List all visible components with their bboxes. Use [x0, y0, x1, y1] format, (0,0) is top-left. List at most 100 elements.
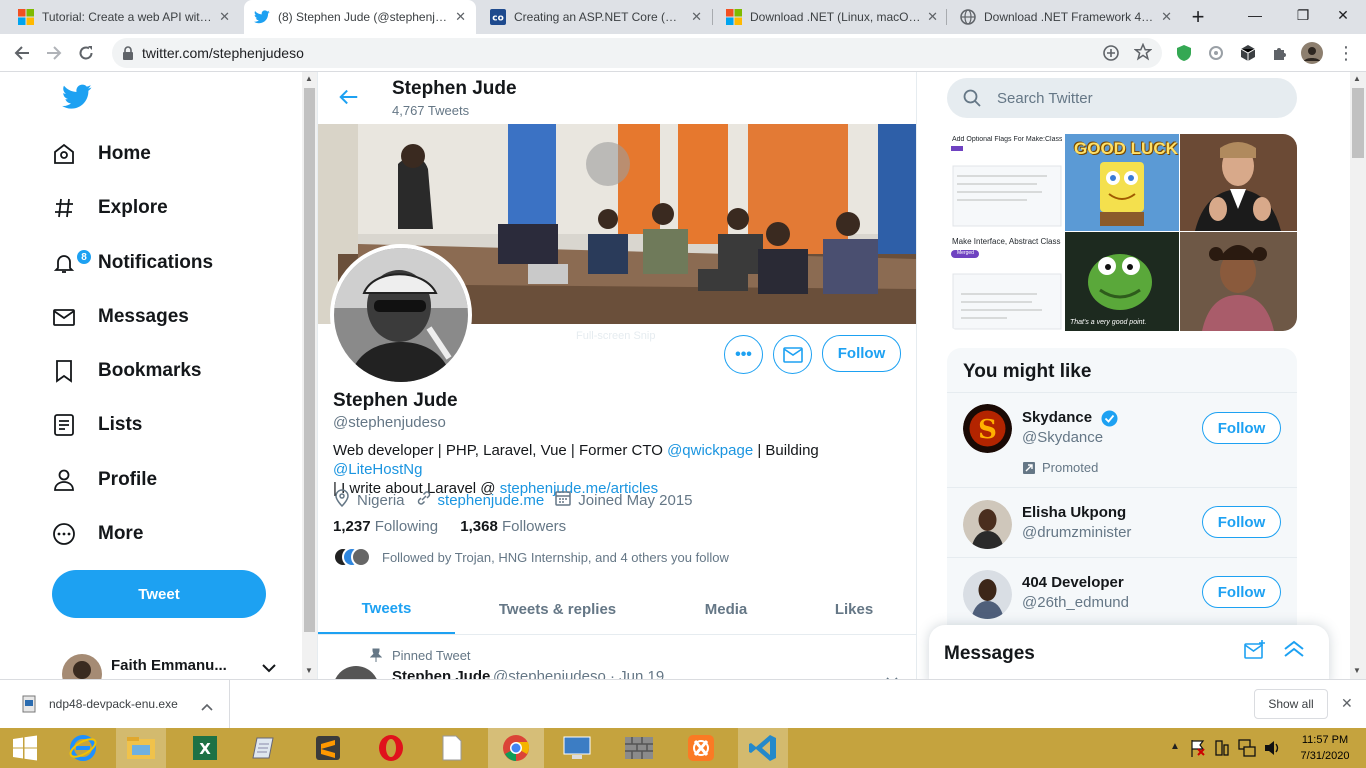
- followers-link[interactable]: 1,368 Followers: [460, 518, 566, 535]
- xampp-icon[interactable]: [676, 728, 726, 768]
- suggested-name[interactable]: Elisha Ukpong: [1022, 504, 1126, 521]
- expand-up-icon[interactable]: [1283, 640, 1305, 663]
- new-tab-button[interactable]: +: [1186, 6, 1210, 28]
- messages-drawer[interactable]: Messages: [929, 625, 1329, 679]
- page-scrollbar-track[interactable]: ▲ ▼: [1350, 72, 1366, 679]
- tweet-button[interactable]: Tweet: [52, 570, 266, 618]
- message-button[interactable]: [773, 335, 812, 374]
- suggested-account-row[interactable]: S Skydance @Skydance Follow Promoted: [947, 392, 1297, 487]
- suggested-account-row[interactable]: Elisha Ukpong @drumzminister Follow: [947, 487, 1297, 557]
- close-tab-icon[interactable]: ✕: [219, 9, 230, 25]
- extension-target-icon[interactable]: [1204, 41, 1228, 65]
- close-tab-icon[interactable]: ✕: [691, 9, 702, 25]
- scroll-up-arrow-icon[interactable]: ▲: [305, 74, 313, 83]
- following-link[interactable]: 1,237 Following: [333, 518, 438, 535]
- add-site-icon[interactable]: [1102, 44, 1120, 65]
- close-tab-icon[interactable]: ✕: [927, 9, 938, 25]
- tab-tweets[interactable]: Tweets: [318, 584, 455, 634]
- follow-button[interactable]: Follow: [1202, 412, 1281, 444]
- suggested-name[interactable]: 404 Developer: [1022, 574, 1124, 591]
- browser-tab[interactable]: Download .NET Framework 4.8 | ✕: [950, 0, 1182, 34]
- skydance-avatar[interactable]: S: [963, 404, 1012, 453]
- browser-tab-active[interactable]: (8) Stephen Jude (@stephenjude ✕: [244, 0, 476, 34]
- followed-by-row[interactable]: Followed by Trojan, HNG Internship, and …: [333, 546, 729, 568]
- opera-icon[interactable]: [366, 728, 416, 768]
- media-leonardo-clapping[interactable]: [1180, 134, 1297, 231]
- media-girl-meme[interactable]: [1180, 232, 1297, 331]
- scroll-up-arrow-icon[interactable]: ▲: [1353, 74, 1361, 83]
- address-bar[interactable]: twitter.com/stephenjudeso: [112, 38, 1162, 68]
- browser-tab[interactable]: Download .NET (Linux, macOS, a ✕: [716, 0, 948, 34]
- minimize-button[interactable]: —: [1232, 0, 1278, 30]
- notepad-icon[interactable]: [240, 728, 290, 768]
- download-item[interactable]: ndp48-devpack-enu.exe: [0, 680, 230, 728]
- tab-tweets-replies[interactable]: Tweets & replies: [455, 584, 660, 634]
- network-icon[interactable]: [1238, 739, 1256, 762]
- chevron-down-icon[interactable]: [886, 672, 898, 679]
- more-options-button[interactable]: •••: [724, 335, 763, 374]
- forward-arrow-icon[interactable]: [42, 41, 66, 65]
- browser-tab[interactable]: co Creating an ASP.NET Core (REST ✕: [480, 0, 712, 34]
- extensions-puzzle-icon[interactable]: [1268, 41, 1292, 65]
- back-arrow-icon[interactable]: [10, 41, 34, 65]
- close-tab-icon[interactable]: ✕: [1161, 9, 1172, 25]
- show-all-downloads-button[interactable]: Show all: [1254, 689, 1328, 719]
- chevron-up-icon[interactable]: [201, 698, 213, 716]
- bio-link-litehostng[interactable]: @LiteHostNg: [333, 461, 422, 478]
- windows-start-icon[interactable]: [0, 728, 50, 768]
- tab-media[interactable]: Media: [660, 584, 792, 634]
- file-explorer-icon[interactable]: [116, 728, 166, 768]
- system-clock[interactable]: 11:57 PM 7/31/2020: [1290, 732, 1360, 764]
- blank-document-icon[interactable]: [427, 728, 477, 768]
- firewall-icon[interactable]: [614, 728, 664, 768]
- nav-messages[interactable]: Messages: [52, 295, 189, 339]
- account-switcher[interactable]: Faith Emmanu...: [52, 646, 292, 679]
- nav-profile[interactable]: Profile: [52, 458, 157, 502]
- suggested-name[interactable]: Skydance: [1022, 409, 1092, 426]
- new-message-icon[interactable]: [1244, 640, 1266, 665]
- scroll-down-arrow-icon[interactable]: ▼: [1353, 666, 1361, 675]
- device-icon[interactable]: [1214, 740, 1230, 761]
- chrome-icon[interactable]: [488, 728, 544, 768]
- follow-button[interactable]: Follow: [1202, 506, 1281, 538]
- pinned-tweet[interactable]: Pinned Tweet Stephen Jude @stephenjudeso…: [318, 636, 916, 679]
- bio-link-qwickpage[interactable]: @qwickpage: [667, 442, 753, 459]
- extension-shield-icon[interactable]: [1172, 41, 1196, 65]
- lock-icon[interactable]: [122, 46, 134, 63]
- twitter-logo-icon[interactable]: [62, 84, 92, 115]
- profile-website-link[interactable]: stephenjude.me: [438, 492, 545, 509]
- remote-desktop-icon[interactable]: [552, 728, 602, 768]
- tab-likes[interactable]: Likes: [792, 584, 916, 634]
- profile-avatar-icon[interactable]: [1300, 41, 1324, 65]
- nav-notifications[interactable]: 8 Notifications: [52, 241, 213, 285]
- nav-more[interactable]: More: [52, 512, 143, 556]
- nav-explore[interactable]: Explore: [52, 186, 168, 230]
- sublime-text-icon[interactable]: [303, 728, 353, 768]
- tweet-author-avatar[interactable]: [333, 666, 379, 679]
- back-arrow-icon[interactable]: [338, 86, 360, 113]
- show-hidden-icons-icon[interactable]: ▲: [1170, 741, 1180, 752]
- volume-icon[interactable]: [1263, 739, 1281, 762]
- extension-cube-icon[interactable]: [1236, 41, 1260, 65]
- vscode-icon[interactable]: [738, 728, 788, 768]
- bookmark-star-icon[interactable]: [1133, 42, 1153, 64]
- page-scrollbar-thumb[interactable]: [1352, 88, 1364, 158]
- close-window-button[interactable]: ✕: [1320, 0, 1366, 30]
- 404-developer-avatar[interactable]: [963, 570, 1012, 619]
- tweet-author-name[interactable]: Stephen Jude: [392, 668, 490, 679]
- follow-button[interactable]: Follow: [1202, 576, 1281, 608]
- nav-home[interactable]: Home: [52, 132, 151, 176]
- close-tab-icon[interactable]: ✕: [455, 9, 466, 25]
- scroll-down-arrow-icon[interactable]: ▼: [305, 666, 313, 675]
- browser-tab[interactable]: Tutorial: Create a web API with A ✕: [8, 0, 240, 34]
- profile-avatar[interactable]: [330, 244, 472, 386]
- follow-button[interactable]: Follow: [822, 335, 901, 372]
- media-kermit-meme[interactable]: [1065, 232, 1179, 331]
- left-scrollbar-thumb[interactable]: [304, 88, 315, 632]
- search-input[interactable]: Search Twitter: [947, 78, 1297, 118]
- internet-explorer-icon[interactable]: [58, 728, 108, 768]
- nav-lists[interactable]: Lists: [52, 403, 142, 447]
- nav-bookmarks[interactable]: Bookmarks: [52, 349, 202, 393]
- reload-icon[interactable]: [74, 41, 98, 65]
- media-github-screenshot[interactable]: [947, 134, 1064, 331]
